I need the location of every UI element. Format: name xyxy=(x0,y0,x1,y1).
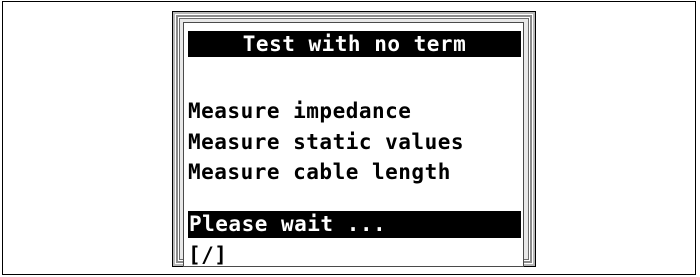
screen-title: Test with no term xyxy=(188,31,521,57)
status-message: Please wait ... xyxy=(188,211,521,238)
menu-item-measure-impedance: Measure impedance xyxy=(188,99,412,123)
menu-item-measure-static-values: Measure static values xyxy=(188,130,465,154)
figure-frame: Test with no term Measure impedance Meas… xyxy=(2,1,696,275)
device-display-bezel: Test with no term Measure impedance Meas… xyxy=(172,11,536,267)
lcd-screen: Test with no term Measure impedance Meas… xyxy=(183,22,524,267)
progress-spinner: [/] xyxy=(188,243,228,267)
menu-item-measure-cable-length: Measure cable length xyxy=(188,160,451,184)
